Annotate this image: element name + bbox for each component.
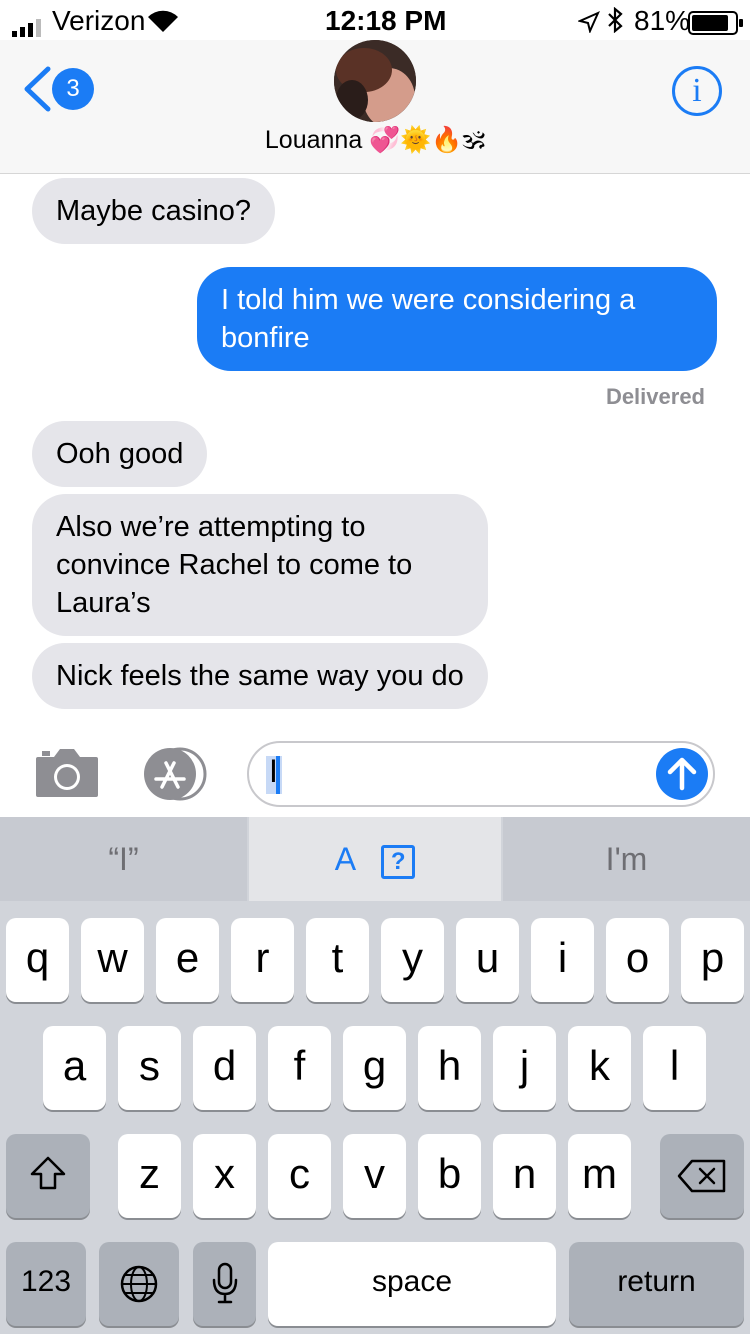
key-g[interactable]: g (343, 1026, 406, 1110)
keyboard: “I” A ? I'm q w e r t y u i o p a s d f … (0, 817, 750, 1334)
key-e[interactable]: e (156, 918, 219, 1002)
key-l[interactable]: l (643, 1026, 706, 1110)
dictation-key[interactable] (193, 1242, 256, 1326)
suggestion-im[interactable]: I'm (503, 817, 750, 901)
avatar[interactable] (334, 40, 416, 122)
space-key[interactable]: space (268, 1242, 556, 1326)
message-bubble[interactable]: Nick feels the same way you do (32, 643, 488, 709)
key-j[interactable]: j (493, 1026, 556, 1110)
key-w[interactable]: w (81, 918, 144, 1002)
key-n[interactable]: n (493, 1134, 556, 1218)
info-button[interactable]: i (672, 66, 722, 116)
key-z[interactable]: z (118, 1134, 181, 1218)
key-y[interactable]: y (381, 918, 444, 1002)
suggestion-autocorrect-label: A (334, 841, 355, 877)
delete-key[interactable] (660, 1134, 744, 1218)
key-s[interactable]: s (118, 1026, 181, 1110)
globe-key[interactable] (99, 1242, 179, 1326)
shift-icon (30, 1156, 66, 1190)
key-v[interactable]: v (343, 1134, 406, 1218)
message-bubble[interactable]: Ooh good (32, 421, 208, 487)
key-u[interactable]: u (456, 918, 519, 1002)
return-key[interactable]: return (569, 1242, 744, 1326)
key-d[interactable]: d (193, 1026, 256, 1110)
carrier-label: Verizon (52, 5, 146, 36)
question-box-icon: ? (381, 844, 416, 879)
numbers-key[interactable]: 123 (6, 1242, 86, 1326)
bluetooth-icon (606, 6, 624, 40)
key-p[interactable]: p (681, 918, 744, 1002)
key-a[interactable]: a (43, 1026, 106, 1110)
message-input[interactable] (247, 741, 715, 807)
message-bubble[interactable]: Maybe casino? (32, 178, 276, 244)
unread-badge[interactable]: 3 (52, 68, 94, 110)
status-bar: Verizon 12:18 PM 81% (0, 0, 750, 40)
key-q[interactable]: q (6, 918, 69, 1002)
key-t[interactable]: t (306, 918, 369, 1002)
app-store-icon[interactable] (140, 747, 212, 806)
battery-percent: 81% (634, 5, 691, 36)
conversation-header: 3 Louanna 💞🌞🔥🕉 i (0, 40, 750, 174)
key-i[interactable]: i (531, 918, 594, 1002)
key-c[interactable]: c (268, 1134, 331, 1218)
globe-icon (120, 1265, 158, 1303)
back-chevron-icon[interactable] (22, 66, 52, 117)
message-input-text: I (269, 753, 278, 789)
camera-icon[interactable] (34, 747, 100, 804)
key-b[interactable]: b (418, 1134, 481, 1218)
wifi-icon (146, 8, 180, 41)
arrow-up-icon (667, 757, 697, 791)
microphone-icon (212, 1262, 237, 1304)
key-m[interactable]: m (568, 1134, 631, 1218)
message-bubble[interactable]: I told him we were considering a bonfire (197, 267, 717, 371)
contact-name[interactable]: Louanna 💞🌞🔥🕉 (0, 126, 750, 155)
key-h[interactable]: h (418, 1026, 481, 1110)
key-f[interactable]: f (268, 1026, 331, 1110)
shift-key[interactable] (6, 1134, 90, 1218)
key-o[interactable]: o (606, 918, 669, 1002)
suggestion-autocorrect[interactable]: A ? (249, 817, 501, 901)
battery-icon (688, 10, 744, 42)
clock: 12:18 PM (325, 5, 447, 36)
suggestion-quoted[interactable]: “I” (0, 817, 247, 901)
backspace-icon (677, 1159, 726, 1193)
delivered-status: Delivered (605, 384, 705, 409)
send-button[interactable] (656, 748, 708, 800)
message-bubble[interactable]: Also we’re attempting to convince Rachel… (32, 494, 488, 636)
key-k[interactable]: k (568, 1026, 631, 1110)
location-icon (576, 8, 600, 40)
key-r[interactable]: r (231, 918, 294, 1002)
key-x[interactable]: x (193, 1134, 256, 1218)
